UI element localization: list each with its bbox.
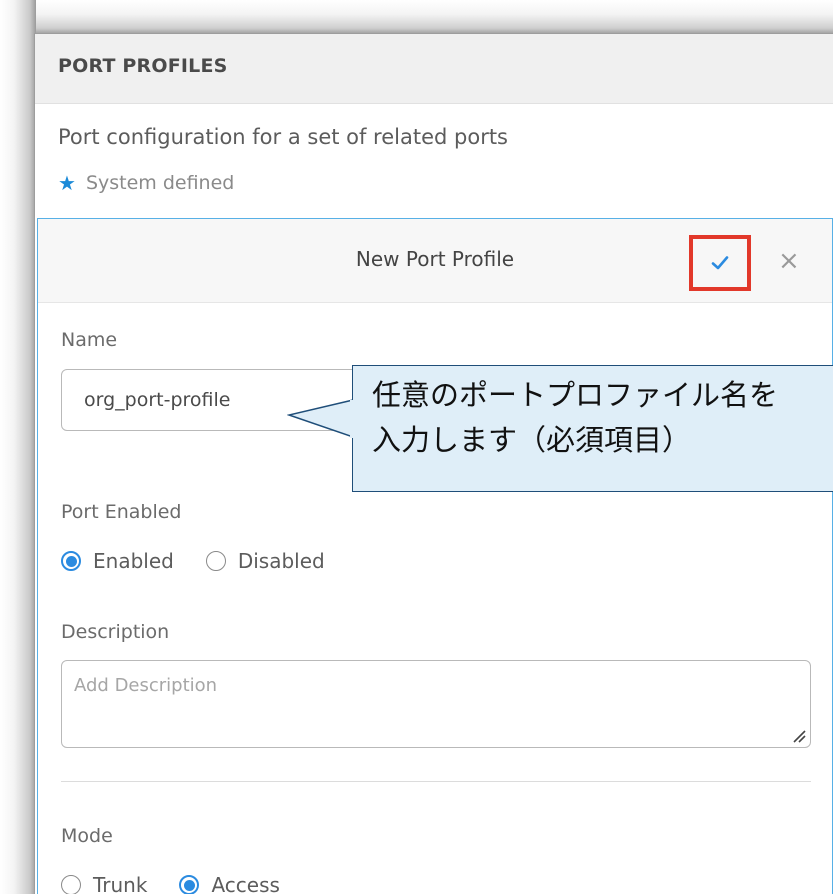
check-icon: [711, 256, 729, 270]
access-radio[interactable]: [179, 875, 200, 894]
disabled-radio-label[interactable]: Disabled: [238, 549, 325, 573]
description-label: Description: [61, 621, 170, 643]
port-enabled-label: Port Enabled: [61, 501, 182, 523]
callout-text: 任意のポートプロファイル名を 入力します（必須項目）: [372, 378, 779, 457]
star-icon: ★: [58, 171, 76, 195]
frame-shadow-left: [0, 0, 36, 894]
system-defined-legend: ★ System defined: [58, 171, 234, 195]
mode-label: Mode: [61, 825, 113, 847]
port-enabled-radio-group: Enabled Disabled: [61, 549, 325, 573]
access-radio-label[interactable]: Access: [211, 873, 279, 894]
card-header: New Port Profile ×: [38, 219, 832, 303]
panel-description: Port configuration for a set of related …: [58, 125, 509, 149]
trunk-radio-label[interactable]: Trunk: [93, 873, 147, 894]
name-label: Name: [61, 329, 118, 351]
annotation-callout: 任意のポートプロファイル名を 入力します（必須項目）: [287, 365, 833, 495]
close-button[interactable]: ×: [778, 243, 800, 279]
section-divider: [61, 781, 811, 782]
description-placeholder: Add Description: [74, 675, 218, 696]
close-icon: ×: [778, 246, 800, 276]
panel-title: PORT PROFILES: [58, 55, 228, 77]
confirm-button[interactable]: [689, 235, 751, 291]
system-defined-label: System defined: [85, 172, 235, 194]
disabled-radio[interactable]: [205, 551, 226, 571]
resize-handle-icon[interactable]: [792, 729, 806, 743]
frame-shadow-top: [0, 0, 833, 34]
panel-header: PORT PROFILES: [35, 34, 833, 104]
trunk-radio[interactable]: [61, 875, 81, 894]
mode-radio-group: Trunk Access: [61, 873, 280, 894]
description-textarea[interactable]: Add Description: [61, 660, 811, 748]
new-port-profile-card: New Port Profile × Name org_port-profile…: [37, 218, 833, 894]
enabled-radio[interactable]: [61, 551, 81, 571]
enabled-radio-label[interactable]: Enabled: [93, 549, 174, 573]
